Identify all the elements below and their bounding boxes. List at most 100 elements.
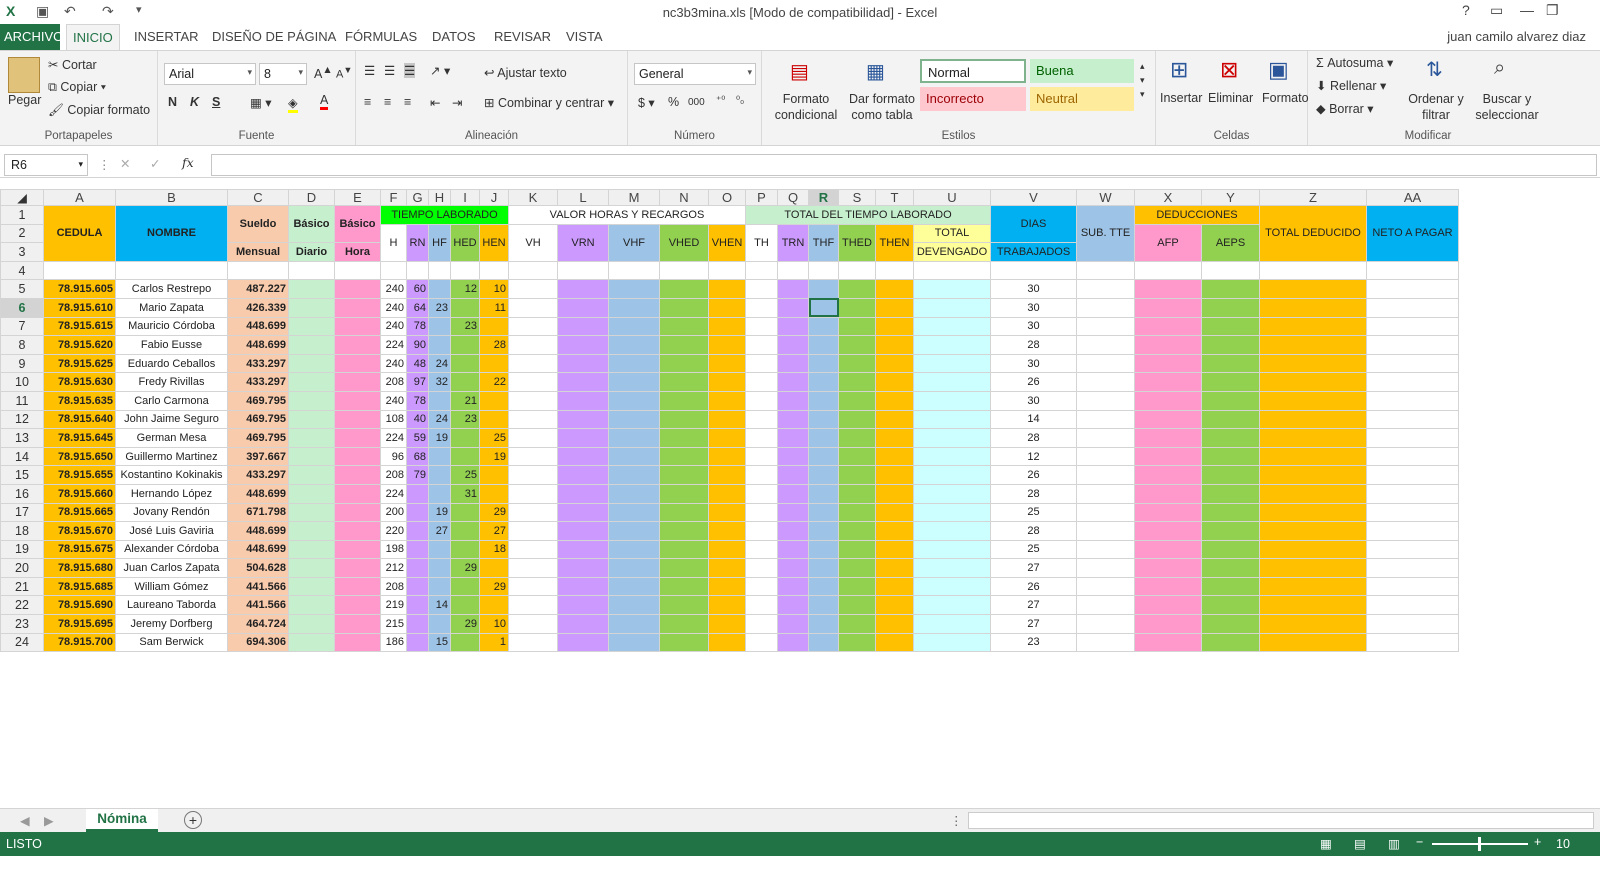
cell[interactable]	[659, 353, 709, 374]
enter-icon[interactable]: ✓	[150, 156, 160, 171]
cell[interactable]: 22	[479, 372, 509, 392]
cell[interactable]: Fabio Eusse	[115, 335, 228, 355]
row-header[interactable]: 9	[0, 353, 44, 374]
cell[interactable]: Jovany Rendón	[115, 502, 228, 523]
cell[interactable]	[508, 614, 558, 634]
cell[interactable]	[608, 595, 660, 616]
column-header[interactable]: R	[808, 189, 839, 206]
cell[interactable]	[708, 614, 746, 634]
cell[interactable]	[1366, 576, 1459, 597]
cell[interactable]	[608, 279, 660, 299]
cell[interactable]	[1201, 483, 1260, 504]
cell[interactable]	[608, 539, 660, 560]
cell[interactable]	[479, 409, 509, 430]
cell[interactable]	[745, 372, 778, 392]
row-header[interactable]: 11	[0, 390, 44, 411]
cell[interactable]: 208	[380, 372, 407, 392]
cell[interactable]: 78.915.680	[43, 558, 116, 578]
align-left-icon[interactable]: ≡	[364, 95, 371, 109]
cell[interactable]	[875, 632, 914, 653]
shrink-font-icon[interactable]: A▼	[336, 65, 352, 81]
cell[interactable]	[913, 279, 991, 299]
cell[interactable]: 60	[406, 279, 429, 299]
cell[interactable]	[777, 483, 809, 504]
cell[interactable]	[808, 632, 839, 653]
cell[interactable]: 90	[406, 335, 429, 355]
cell[interactable]: 469.795	[227, 428, 289, 448]
cell[interactable]	[745, 409, 778, 430]
cell[interactable]	[1134, 390, 1202, 411]
cell[interactable]: 212	[380, 558, 407, 578]
cell[interactable]	[557, 428, 609, 448]
column-header[interactable]: W	[1076, 189, 1135, 206]
cell[interactable]	[1259, 260, 1367, 281]
cell[interactable]: 96	[380, 446, 407, 467]
cell[interactable]	[288, 576, 335, 597]
cell[interactable]	[777, 297, 809, 318]
cell[interactable]	[659, 428, 709, 448]
cell[interactable]: 671.798	[227, 502, 289, 523]
row-header[interactable]: 18	[0, 521, 44, 541]
cell[interactable]: 23	[990, 632, 1077, 653]
cell[interactable]: 11	[479, 297, 509, 318]
cell[interactable]	[608, 409, 660, 430]
cell[interactable]	[450, 260, 480, 281]
row-header[interactable]: 2	[0, 223, 44, 244]
cell[interactable]	[1366, 465, 1459, 485]
cell[interactable]: 198	[380, 539, 407, 560]
cell[interactable]	[406, 483, 429, 504]
cell[interactable]	[659, 465, 709, 485]
cell[interactable]	[428, 335, 451, 355]
cell[interactable]	[659, 372, 709, 392]
cell[interactable]: 469.795	[227, 409, 289, 430]
cell[interactable]	[288, 390, 335, 411]
select-all-corner[interactable]: ◢	[0, 189, 44, 206]
cell[interactable]: 18	[479, 539, 509, 560]
cell[interactable]	[708, 521, 746, 541]
cell[interactable]	[838, 428, 876, 448]
column-header[interactable]: A	[43, 189, 116, 206]
cell[interactable]	[288, 632, 335, 653]
cell[interactable]: Kostantino Kokinakis	[115, 465, 228, 485]
cell[interactable]	[1076, 279, 1135, 299]
column-header[interactable]: B	[115, 189, 228, 206]
header-vrn[interactable]: VRN	[557, 223, 609, 262]
cell[interactable]	[745, 502, 778, 523]
cell[interactable]	[875, 390, 914, 411]
cell[interactable]: 25	[450, 465, 480, 485]
cell[interactable]	[508, 465, 558, 485]
cell[interactable]	[1366, 502, 1459, 523]
cell[interactable]: 448.699	[227, 335, 289, 355]
cell[interactable]	[1366, 297, 1459, 318]
cell[interactable]	[1201, 558, 1260, 578]
cell[interactable]	[745, 279, 778, 299]
cell[interactable]: 78	[406, 390, 429, 411]
cell[interactable]	[608, 428, 660, 448]
cell[interactable]	[777, 465, 809, 485]
format-cells-button[interactable]: Formato	[1262, 91, 1309, 105]
cell[interactable]	[450, 502, 480, 523]
cell[interactable]: 30	[990, 353, 1077, 374]
tab-revisar[interactable]: REVISAR	[494, 29, 551, 44]
cell[interactable]	[1076, 539, 1135, 560]
cell[interactable]	[708, 316, 746, 337]
header-basico-hora-1[interactable]: Básico	[334, 204, 381, 244]
cell[interactable]: 79	[406, 465, 429, 485]
cell[interactable]: 448.699	[227, 521, 289, 541]
cell[interactable]: 31	[450, 483, 480, 504]
row-header[interactable]: 12	[0, 409, 44, 430]
cell[interactable]	[808, 502, 839, 523]
insert-cells-button[interactable]: Insertar	[1160, 91, 1202, 105]
row-header[interactable]: 4	[0, 260, 44, 281]
cell[interactable]	[708, 279, 746, 299]
cell[interactable]	[777, 279, 809, 299]
grow-font-icon[interactable]: A▲	[314, 65, 333, 81]
cell[interactable]: Carlos Restrepo	[115, 279, 228, 299]
header-th[interactable]: TH	[745, 223, 778, 262]
column-header[interactable]: H	[428, 189, 451, 206]
cell[interactable]	[288, 279, 335, 299]
cell[interactable]	[1134, 279, 1202, 299]
header-vh[interactable]: VH	[508, 223, 558, 262]
cell[interactable]	[808, 614, 839, 634]
cell[interactable]	[288, 558, 335, 578]
